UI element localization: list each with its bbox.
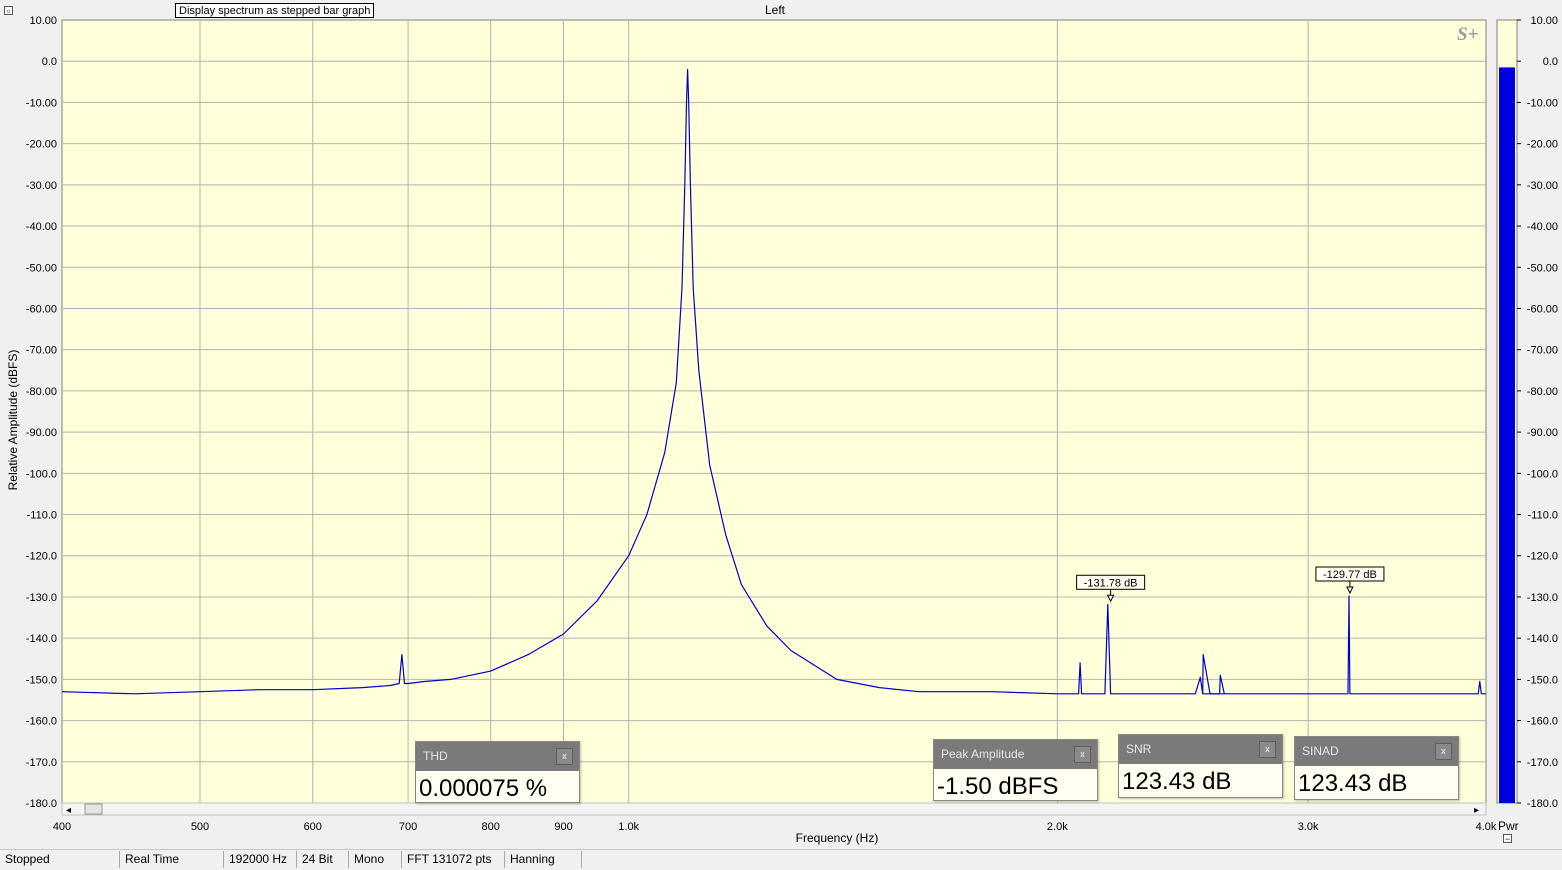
meter-scale-label: -160.0 — [1527, 716, 1558, 728]
meter-scale-label: 10.00 — [1530, 15, 1558, 27]
x-axis-label: Frequency (Hz) — [796, 831, 879, 845]
y-tick-label: -120.0 — [26, 551, 57, 563]
level-meter-unit: Pwr — [1498, 819, 1519, 833]
meter-title: THD — [423, 749, 448, 763]
y-tick-label: -180.0 — [26, 798, 57, 810]
meter-value: 123.43 dB — [1298, 770, 1408, 797]
plot-area[interactable] — [61, 19, 1487, 804]
x-tick-label: 3.0k — [1298, 821, 1319, 833]
meter-header[interactable]: SINAD x — [1295, 737, 1458, 766]
meter-value: -1.50 dBFS — [937, 773, 1059, 800]
meter-scale-label: -50.00 — [1527, 262, 1558, 274]
meter-scale-label: -130.0 — [1527, 592, 1558, 604]
spectrum-chart: 10.00 0.0 -10.00 -20.00 -30.00 -40.00 -50.00 -6… — [6, 3, 1558, 845]
meter-header[interactable]: THD x — [416, 742, 579, 771]
thd-meter[interactable]: THD x 0.000075 % — [415, 741, 580, 803]
y-tick-labels: 10.00 0.0 -10.00 -20.00 -30.00 -40.00 -50.00 -6… — [26, 15, 57, 810]
x-tick-labels: 400 500 600 700 800 900 1.0k 2.0k 3.0k 4.0k — [53, 821, 1497, 833]
peak-amplitude-meter[interactable]: Peak Amplitude x -1.50 dBFS — [933, 739, 1098, 801]
meter-scale-label: -60.00 — [1527, 303, 1558, 315]
x-tick-label: 2.0k — [1047, 821, 1068, 833]
meter-scale-label: -30.00 — [1527, 180, 1558, 192]
y-tick-label: -110.0 — [27, 510, 57, 522]
meter-value: 123.43 dB — [1122, 768, 1232, 795]
close-icon[interactable]: x — [1435, 743, 1452, 760]
scroll-right-arrow[interactable]: ▸ — [1474, 805, 1479, 816]
x-tick-label: 1.0k — [618, 821, 639, 833]
x-tick-label: 500 — [191, 821, 209, 833]
status-window: Hanning — [505, 851, 582, 868]
status-channels: Mono — [349, 851, 402, 868]
meter-scale-label: -170.0 — [1527, 757, 1558, 769]
restore-icon[interactable]: ▫ — [4, 6, 13, 16]
y-tick-label: -130.0 — [26, 592, 57, 604]
close-icon[interactable]: x — [556, 748, 573, 765]
meter-scale-label: -10.00 — [1527, 97, 1558, 109]
status-sample-rate: 192000 Hz — [224, 851, 297, 868]
y-tick-label: -50.00 — [26, 262, 57, 274]
meter-title: SNR — [1126, 742, 1152, 756]
meter-scale-label: -120.0 — [1527, 551, 1558, 563]
y-tick-label: 10.00 — [29, 15, 57, 27]
meter-title: SINAD — [1302, 744, 1339, 758]
h-scrollbar[interactable] — [61, 802, 1487, 816]
scroll-left-arrow[interactable]: ◂ — [66, 805, 71, 816]
x-tick-label: 900 — [554, 821, 572, 833]
annotation-label: -131.78 dB — [1084, 577, 1138, 589]
y-axis-label: Relative Amplitude (dBFS) — [6, 350, 20, 491]
y-tick-label: -80.00 — [26, 386, 57, 398]
chart-title: Left — [765, 3, 786, 17]
x-tick-label: 4.0k — [1476, 821, 1497, 833]
status-state: Stopped — [0, 851, 120, 868]
x-tick-label: 600 — [304, 821, 322, 833]
snr-meter[interactable]: SNR x 123.43 dB — [1118, 734, 1283, 798]
meter-value: 0.000075 % — [419, 775, 548, 802]
sdr-logo: S+ — [1457, 24, 1478, 45]
meter-scale-label: -110.0 — [1528, 510, 1558, 522]
level-meter-bar — [1499, 67, 1515, 803]
meter-scale-label: -180.0 — [1527, 798, 1558, 810]
y-tick-label: -30.00 — [26, 180, 57, 192]
y-tick-label: -170.0 — [26, 757, 57, 769]
meter-scale-label: -80.00 — [1527, 386, 1558, 398]
meter-scale-label: 0.0 — [1543, 56, 1558, 68]
y-tick-label: -20.00 — [26, 139, 57, 151]
level-meter-scale: 10.00 0.0 -10.00 -20.00 -30.00 -40.00 -50.00 -6… — [1517, 15, 1558, 810]
meter-scale-label: -150.0 — [1527, 674, 1558, 686]
status-mode: Real Time — [120, 851, 224, 868]
sinad-meter[interactable]: SINAD x 123.43 dB — [1294, 736, 1459, 800]
y-tick-label: -10.00 — [26, 97, 57, 109]
annotation-label: -129.77 dB — [1323, 569, 1377, 581]
x-tick-label: 800 — [481, 821, 499, 833]
meter-scale-label: -20.00 — [1527, 139, 1558, 151]
close-icon[interactable]: x — [1259, 741, 1276, 758]
meter-title: Peak Amplitude — [941, 747, 1025, 761]
h-scrollbar-thumb[interactable] — [84, 803, 103, 815]
meter-header[interactable]: SNR x — [1119, 735, 1282, 764]
x-tick-label: 400 — [53, 821, 71, 833]
y-tick-label: -70.00 — [26, 345, 57, 357]
y-tick-label: -40.00 — [26, 221, 57, 233]
y-tick-label: -100.0 — [26, 468, 57, 480]
meter-scale-label: -140.0 — [1527, 633, 1558, 645]
meter-scale-label: -90.00 — [1527, 427, 1558, 439]
meter-scale-label: -40.00 — [1527, 221, 1558, 233]
y-tick-label: -90.00 — [26, 427, 57, 439]
x-tick-label: 700 — [399, 821, 417, 833]
meter-header[interactable]: Peak Amplitude x — [934, 740, 1097, 769]
meter-scale-label: -70.00 — [1527, 345, 1558, 357]
tooltip: Display spectrum as stepped bar graph — [175, 3, 375, 18]
meter-scale-label: -100.0 — [1527, 468, 1558, 480]
y-tick-label: 0.0 — [42, 56, 57, 68]
collapse-icon[interactable]: − — [1503, 834, 1512, 844]
close-icon[interactable]: x — [1074, 746, 1091, 763]
y-tick-label: -60.00 — [26, 303, 57, 315]
y-tick-label: -140.0 — [26, 633, 57, 645]
y-tick-label: -160.0 — [26, 716, 57, 728]
status-fft-size: FFT 131072 pts — [402, 851, 505, 868]
status-bar: Stopped Real Time 192000 Hz 24 Bit Mono … — [0, 849, 1562, 870]
status-bit-depth: 24 Bit — [297, 851, 349, 868]
y-tick-label: -150.0 — [26, 674, 57, 686]
